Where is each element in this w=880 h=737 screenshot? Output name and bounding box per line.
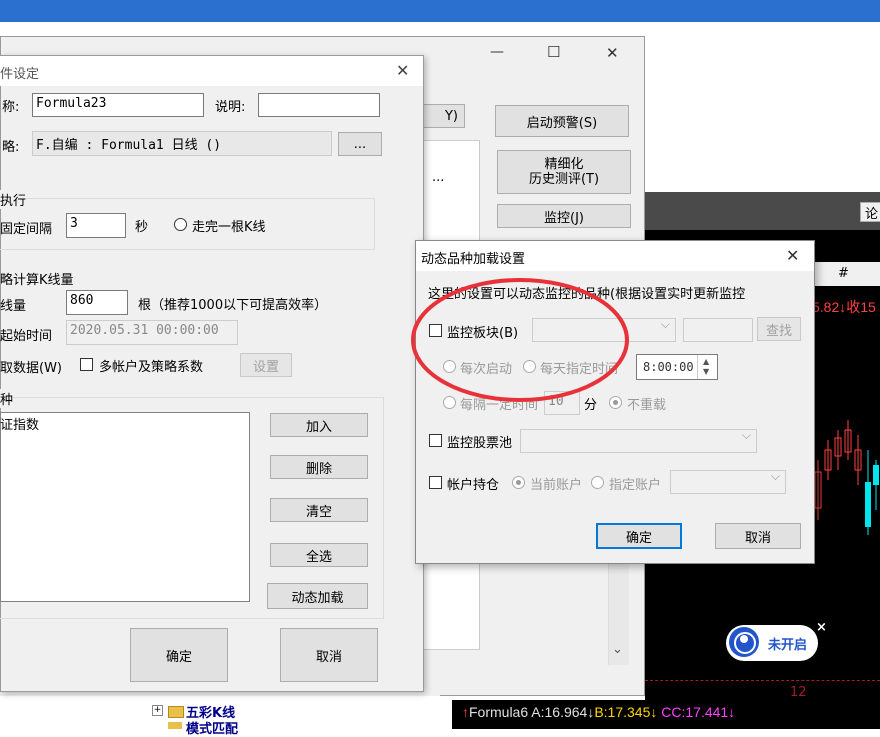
chart-partial-label[interactable]: 论	[860, 202, 880, 222]
variety-list[interactable]	[0, 412, 250, 602]
pool-combo[interactable]	[520, 428, 757, 453]
status-badge[interactable]: 未开启	[726, 625, 818, 661]
maximize-icon[interactable]: ☐	[547, 43, 560, 61]
search-button[interactable]: 查找	[757, 317, 801, 341]
history-test-button[interactable]: 精细化 历史测评(T)	[497, 150, 631, 194]
start-alert-button[interactable]: 启动预警(S)	[495, 105, 629, 137]
clear-button[interactable]: 清空	[270, 498, 368, 522]
data-label: 取数据(W)	[0, 361, 62, 376]
start-time-label: 起始时间	[0, 329, 53, 344]
scroll-down-icon[interactable]: ⌄	[612, 642, 623, 657]
formula-b: B:17.345↓	[594, 704, 658, 720]
current-account-radio[interactable]	[512, 476, 525, 489]
condition-ok-button[interactable]: 确定	[130, 628, 228, 682]
dynamic-close-icon[interactable]: ✕	[786, 246, 799, 265]
strategy-browse-button[interactable]: ...	[338, 132, 382, 156]
kcount-hint: 根（推荐1000以下可提高效率）	[138, 298, 328, 313]
block-search-field[interactable]	[683, 318, 753, 342]
exec-group	[0, 198, 375, 250]
folder-icon	[168, 722, 182, 729]
highlight-ellipse	[411, 278, 629, 402]
folder-icon	[168, 706, 184, 718]
formula-line-name: Formula6	[469, 704, 529, 720]
exec-section-label: 执行	[0, 190, 27, 209]
chart-header	[645, 192, 880, 230]
formula-c: CC:17.441↓	[661, 704, 736, 720]
variety-section-label: 种	[0, 389, 14, 408]
candle-body-7	[873, 465, 879, 485]
candle-body-6	[865, 482, 871, 527]
calc-section-label: 略计算K线量	[0, 273, 74, 288]
minimize-icon[interactable]: —	[490, 44, 504, 60]
current-account-label: 当前账户	[530, 478, 583, 493]
grid-icon[interactable]: #	[838, 266, 849, 281]
add-button[interactable]: 加入	[270, 413, 368, 437]
start-time-field[interactable]: 2020.05.31 00:00:00	[66, 320, 238, 345]
list-item[interactable]: 证指数	[0, 414, 39, 433]
monitor-button[interactable]: 监控(J)	[497, 204, 631, 228]
bg-ellipsis: ...	[432, 170, 445, 185]
kline-radio-label: 走完一根K线	[192, 220, 266, 235]
name-field[interactable]: Formula23	[32, 93, 204, 117]
desc-field[interactable]	[258, 93, 380, 117]
settings-button[interactable]: 设置	[240, 353, 292, 377]
history-test-line2: 历史测评(T)	[528, 172, 600, 187]
dynamic-load-button[interactable]: 动态加载	[267, 583, 368, 609]
badge-label: 未开启	[768, 638, 808, 653]
formula-arrow: ↑	[462, 704, 469, 720]
kcount-field[interactable]: 860	[66, 290, 128, 315]
multi-account-checkbox[interactable]	[80, 358, 93, 371]
delete-button[interactable]: 删除	[270, 455, 368, 479]
account-hold-label: 帐户持仓	[447, 478, 500, 493]
condition-title: 件设定	[0, 67, 40, 82]
name-label: 称:	[2, 100, 20, 115]
kcount-label: 线量	[0, 299, 27, 314]
badge-close-icon[interactable]: ×	[816, 620, 827, 635]
strategy-label: 略:	[2, 140, 20, 155]
partial-button[interactable]: Y)	[420, 104, 465, 128]
spinner-down-icon[interactable]: ▼	[703, 367, 709, 376]
desktop-title-strip	[0, 0, 880, 22]
specified-account-radio[interactable]	[591, 476, 604, 489]
dynamic-cancel-button[interactable]: 取消	[715, 523, 801, 549]
account-hold-checkbox[interactable]	[429, 476, 442, 489]
desc-label: 说明:	[215, 100, 246, 115]
multi-account-label: 多帐户及策略系数	[99, 360, 204, 375]
tree-expander[interactable]: +	[152, 705, 163, 716]
history-test-line1: 精细化	[544, 157, 584, 172]
formula-name: ↑Formula6 A:16.964↓B:17.345↓ CC:17.441↓	[462, 704, 735, 720]
kline-radio[interactable]	[174, 218, 187, 231]
interval-field[interactable]: 3	[66, 213, 126, 238]
strategy-field[interactable]: F.自编 : Formula1 日线 ()	[32, 131, 332, 156]
condition-close-icon[interactable]: ✕	[396, 61, 409, 80]
account-combo[interactable]	[670, 469, 786, 494]
monitor-pool-checkbox[interactable]	[429, 434, 442, 447]
chart-dashed-line	[645, 680, 880, 681]
interval-label: 固定间隔	[0, 222, 53, 237]
condition-cancel-button[interactable]: 取消	[280, 628, 378, 682]
chart-price-text: 5.82↓收15	[812, 299, 876, 315]
formula-a: A:16.964↓	[531, 704, 595, 720]
seconds-unit: 秒	[135, 220, 149, 235]
close-icon[interactable]: ✕	[606, 44, 619, 62]
condition-titlebar	[0, 56, 423, 86]
candles	[814, 420, 879, 535]
user-icon	[729, 627, 759, 657]
chart-x-tick: 12	[790, 685, 807, 700]
tree-panel	[138, 696, 450, 729]
tree-item-pattern-match[interactable]: 模式匹配	[186, 718, 238, 737]
dynamic-ok-button[interactable]: 确定	[596, 523, 682, 549]
specified-account-label: 指定账户	[609, 478, 662, 493]
time-spinner[interactable]: ▲ ▼	[697, 355, 718, 379]
spinner-up-icon[interactable]: ▲	[703, 357, 709, 366]
select-all-button[interactable]: 全选	[270, 543, 368, 567]
monitor-pool-label: 监控股票池	[447, 436, 513, 451]
